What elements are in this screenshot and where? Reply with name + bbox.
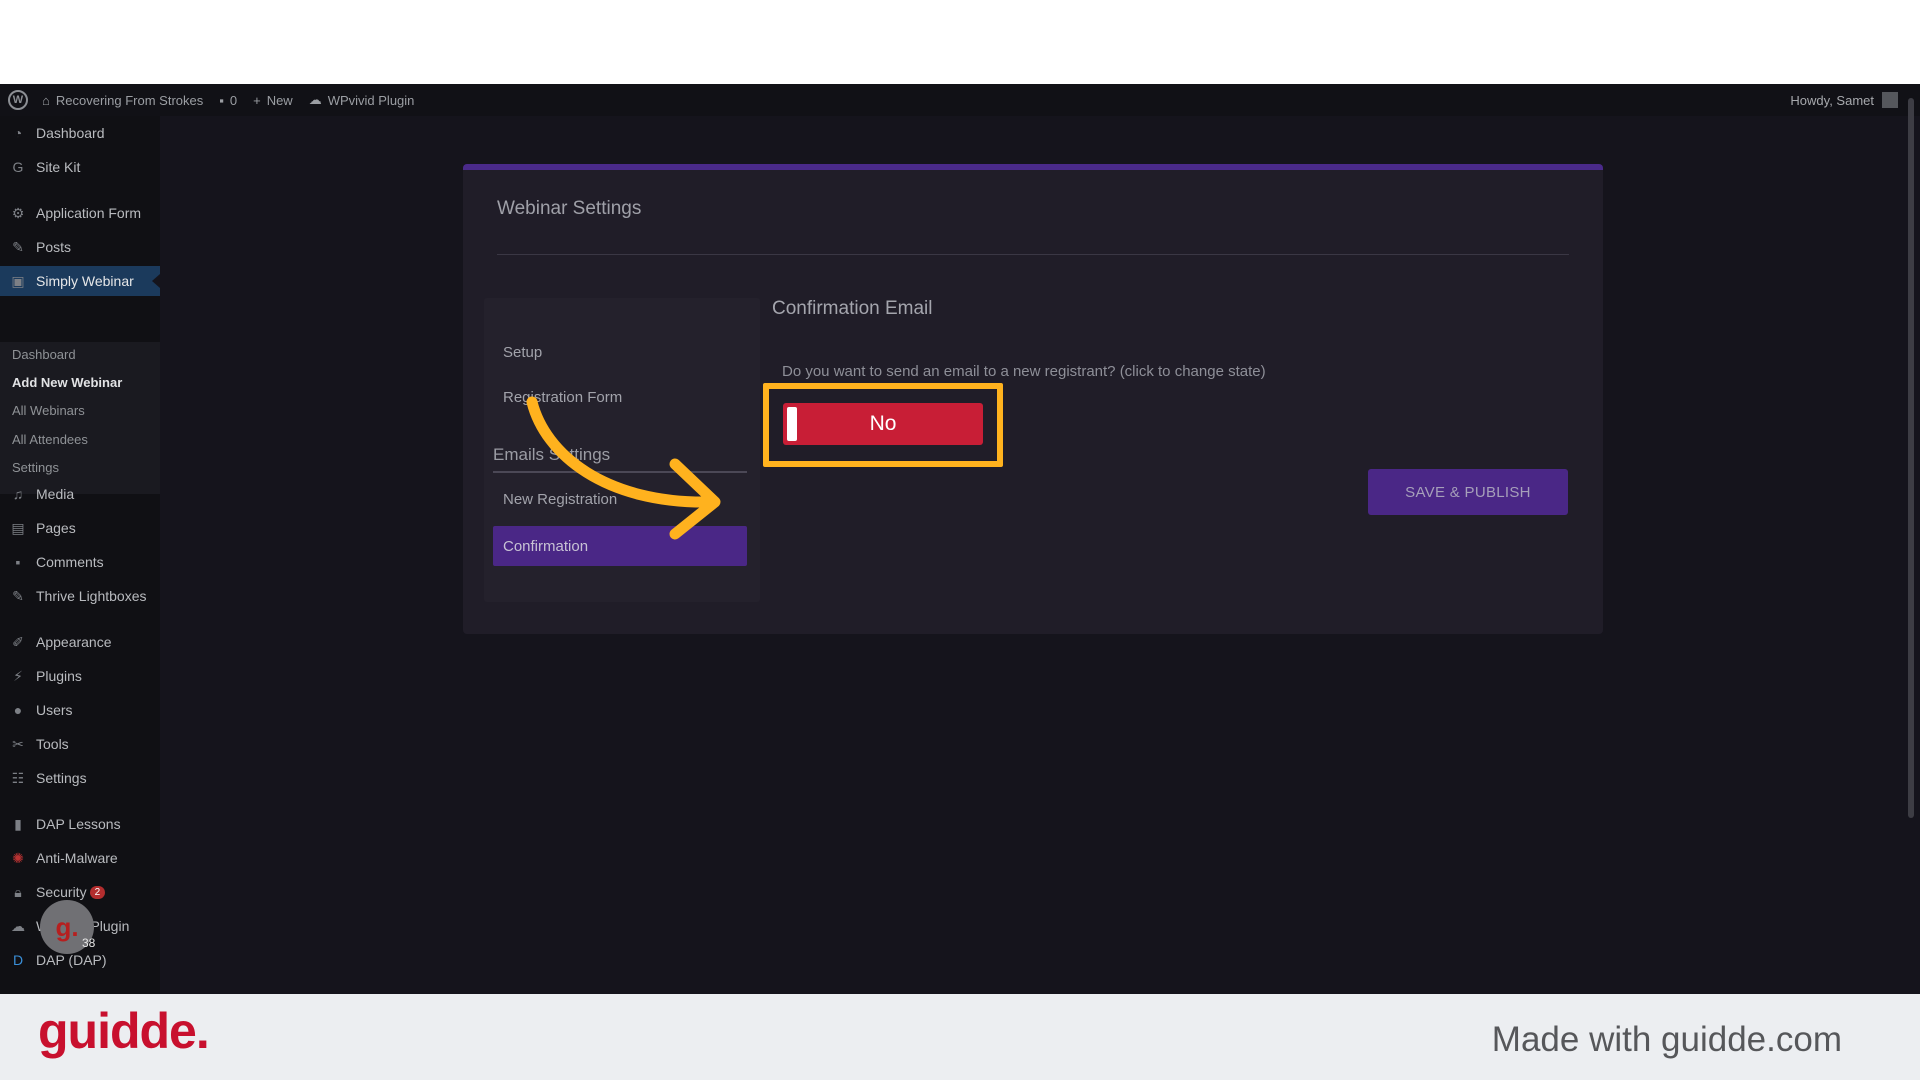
sidebar-item-label: Users [36,702,73,718]
shield-icon: ✺ [12,849,24,866]
toggle-state-label: No [869,412,897,435]
send-email-toggle[interactable]: No [783,403,983,445]
save-publish-button[interactable]: SAVE & PUBLISH [1368,469,1568,515]
submenu-item-settings[interactable]: Settings [12,460,59,475]
comments-count: 0 [229,92,238,108]
sidebar-item-settings[interactable]: ☷ Settings [0,763,160,793]
wpvivid-link[interactable]: ☁ WPvivid Plugin [309,92,415,108]
google-icon: G [12,159,24,175]
sidebar-item-label: Dashboard [36,125,105,141]
sidebar-item-label: Thrive Lightboxes [36,588,147,604]
sidebar-item-users[interactable]: ● Users [0,695,160,725]
pages-icon: ▤ [11,519,25,536]
wordpress-logo-icon[interactable]: W [8,90,28,110]
submenu-item-all-webinars[interactable]: All Webinars [12,403,85,418]
site-name-link[interactable]: ⌂ Recovering From Strokes [42,93,203,108]
pin-icon: ✎ [12,238,24,255]
sidebar-item-label: Simply Webinar [36,273,134,289]
toggle-knob [787,407,797,441]
sidebar-item-label: Comments [36,554,104,570]
avatar [1882,92,1898,108]
sidebar-item-label: Security [36,884,87,900]
pin-icon: ✎ [12,587,24,604]
comment-icon: ▪ [219,92,224,108]
webinar-icon: ▣ [11,272,25,289]
user-icon: ● [13,702,23,718]
sidebar-item-tools[interactable]: ✂ Tools [0,729,160,759]
sidebar-item-label: Appearance [36,634,112,650]
sidebar-item-label: Application Form [36,205,142,221]
cloud-icon: ☁ [308,92,322,107]
sidebar-item-dashboard[interactable]: ◔ Dashboard [0,118,160,148]
wrench-icon: ✂ [12,735,24,752]
guidde-step-count: 38 [82,936,96,950]
sidebar-item-comments[interactable]: ▪ Comments [0,547,160,577]
comments-link[interactable]: ▪ 0 [219,93,237,108]
dap-icon: D [12,952,24,968]
admin-sidebar: ◔ Dashboard G Site Kit ⚙ Application For… [0,116,160,994]
top-margin [0,0,1920,84]
sidebar-item-plugins[interactable]: ⚡ Plugins [0,661,160,691]
sidebar-item-media[interactable]: ♫ Media [0,479,160,509]
sidebar-item-label: Settings [36,770,87,786]
wpvivid-label: WPvivid Plugin [327,92,415,108]
confirmation-email-heading: Confirmation Email [772,298,933,319]
sidebar-item-label: Site Kit [36,159,81,175]
dashboard-icon: ◔ [13,125,23,141]
submenu-item-dashboard[interactable]: Dashboard [12,347,76,362]
guidde-logo[interactable]: guidde. [38,1002,210,1060]
guidde-avatar-letter: g. [55,911,79,942]
howdy-label: Howdy, Samet [1790,92,1874,108]
account-menu[interactable]: Howdy, Samet [1790,84,1898,116]
made-with-guidde[interactable]: Made with guidde.com [1492,1020,1842,1060]
sidebar-item-label: Plugins [36,668,82,684]
sidebar-item-label: DAP Lessons [36,816,121,832]
cloud-icon: ☁ [11,917,25,934]
pointer-arrow-icon [526,396,721,540]
plus-icon: + [253,92,261,108]
site-name-label: Recovering From Strokes [55,92,204,108]
media-icon: ♫ [12,486,24,502]
sidebar-item-dap-lessons[interactable]: ▮ DAP Lessons [0,809,160,839]
admin-bar: W ⌂ Recovering From Strokes ▪ 0 + New ☁ … [0,84,1920,116]
sidebar-item-anti-malware[interactable]: ✺ Anti-Malware [0,843,160,873]
comment-icon: ▪ [15,554,21,570]
sidebar-item-label: DAP (DAP) [36,952,107,968]
sidebar-item-site-kit[interactable]: G Site Kit [0,152,160,182]
sidebar-item-posts[interactable]: ✎ Posts [0,232,160,262]
submenu-item-add-new-webinar[interactable]: Add New Webinar [12,375,122,390]
settings-icon: ☷ [11,769,25,786]
lock-icon: 🔒︎ [14,883,22,900]
gear-icon: ⚙ [11,204,25,221]
plugin-icon: ⚡ [13,667,23,684]
sidebar-item-label: Anti-Malware [36,850,118,866]
page-title: Webinar Settings [497,198,642,219]
security-count-badge: 2 [89,885,106,899]
new-label: New [266,92,293,108]
sidebar-item-label: Media [36,486,75,502]
title-divider [497,254,1569,255]
home-icon: ⌂ [42,92,50,108]
sidebar-item-simply-webinar[interactable]: ▣ Simply Webinar [0,266,160,296]
new-content-link[interactable]: + New [253,93,293,108]
webinar-submenu: Dashboard Add New Webinar All Webinars A… [0,342,160,494]
submenu-item-all-attendees[interactable]: All Attendees [12,432,88,447]
sidebar-item-label: Posts [36,239,72,255]
tab-setup[interactable]: Setup [503,344,542,361]
sidebar-item-pages[interactable]: ▤ Pages [0,513,160,543]
sidebar-item-appearance[interactable]: ✐ Appearance [0,627,160,657]
guidde-footer: guidde. Made with guidde.com [0,994,1920,1080]
sidebar-item-label: Pages [36,520,76,536]
page-scrollbar[interactable] [1906,84,1916,994]
book-icon: ▮ [14,815,22,832]
sidebar-item-thrive-lightboxes[interactable]: ✎ Thrive Lightboxes [0,581,160,611]
brush-icon: ✐ [12,633,24,650]
sidebar-item-application-form[interactable]: ⚙ Application Form [0,198,160,228]
scrollbar-thumb[interactable] [1908,98,1914,818]
wp-admin-screen: W ⌂ Recovering From Strokes ▪ 0 + New ☁ … [0,84,1920,994]
sidebar-item-label: Tools [36,736,69,752]
send-email-question: Do you want to send an email to a new re… [782,363,1266,380]
